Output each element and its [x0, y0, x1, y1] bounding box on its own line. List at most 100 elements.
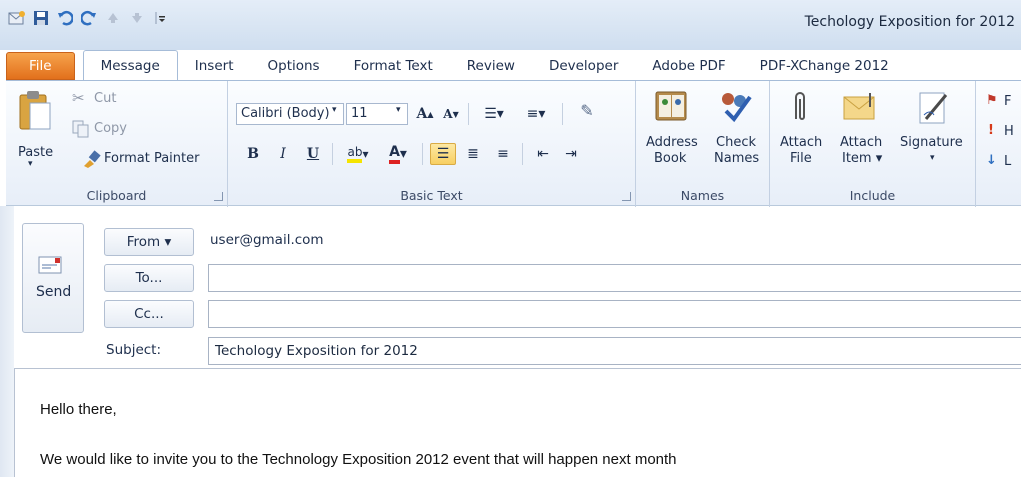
tab-format-text[interactable]: Format Text [337, 52, 450, 80]
attach-item-button[interactable]: Attach Item ▾ [836, 87, 890, 185]
italic-button[interactable]: I [272, 143, 294, 165]
message-body[interactable]: Hello there, We would like to invite you… [14, 368, 1021, 477]
chevron-down-icon[interactable]: ▾ [332, 105, 337, 115]
address-book-icon [655, 91, 687, 121]
follow-up-button[interactable]: ⚑ F [986, 93, 1020, 113]
subject-field[interactable]: Techology Exposition for 2012 [208, 337, 1021, 365]
tab-insert[interactable]: Insert [178, 52, 251, 80]
basic-text-launcher-icon[interactable] [622, 192, 631, 201]
underline-button[interactable]: U [302, 143, 324, 165]
exclamation-icon: ! [988, 123, 994, 138]
signature-label: Signature [900, 135, 963, 150]
tab-review[interactable]: Review [450, 52, 532, 80]
undo-icon[interactable] [56, 9, 74, 27]
attach-file-label-2: File [790, 151, 812, 166]
names-group-label: Names [680, 188, 725, 203]
customize-icon[interactable] [152, 9, 170, 27]
redo-icon[interactable] [80, 9, 98, 27]
to-field[interactable] [208, 264, 1021, 292]
numbering-icon[interactable]: ≡▾ [518, 103, 554, 125]
signature-button[interactable]: Signature ▾ [896, 87, 972, 185]
paste-label: Paste [18, 145, 54, 160]
flag-icon: ⚑ [986, 93, 998, 108]
attach-item-label-1: Attach [840, 135, 883, 150]
tab-developer[interactable]: Developer [532, 52, 635, 80]
font-name-combo[interactable]: Calibri (Body) [236, 103, 344, 125]
tab-file[interactable]: File [6, 52, 75, 80]
highlight-icon[interactable]: ab ▾ [340, 143, 376, 165]
tab-message[interactable]: Message [82, 50, 178, 80]
chevron-down-icon: ▾ [930, 153, 935, 163]
quick-access-toolbar [8, 9, 170, 27]
check-names-icon [722, 93, 752, 123]
cc-field[interactable] [208, 300, 1021, 328]
send-button[interactable]: Send [22, 223, 84, 333]
up-arrow-icon[interactable] [104, 9, 122, 27]
to-button[interactable]: To... [104, 264, 194, 292]
window-title: Techology Exposition for 2012 [804, 14, 1015, 30]
chevron-down-icon: ▾ [28, 159, 33, 169]
check-names-button[interactable]: Check Names [706, 87, 766, 185]
tab-adobe-pdf[interactable]: Adobe PDF [635, 52, 742, 80]
attach-file-button[interactable]: Attach File [776, 87, 826, 185]
basic-text-group-label: Basic Text [400, 188, 463, 203]
font-color-icon[interactable]: A ▾ [380, 143, 416, 165]
left-strip [0, 206, 14, 477]
tab-options[interactable]: Options [251, 52, 337, 80]
address-book-button[interactable]: Address Book [640, 87, 700, 185]
high-importance-button[interactable]: ! H [986, 123, 1020, 143]
attach-item-label-2: Item ▾ [842, 151, 883, 166]
save-icon[interactable] [32, 9, 50, 27]
styles-icon[interactable]: ✎ [574, 99, 600, 121]
separator [468, 103, 469, 125]
low-importance-button[interactable]: ↓ L [986, 153, 1020, 173]
bold-button[interactable]: B [242, 143, 264, 165]
copy-label: Copy [94, 121, 127, 136]
signature-icon [919, 92, 948, 124]
outlook-icon[interactable] [8, 9, 26, 27]
cut-button[interactable]: ✂ Cut [72, 89, 192, 111]
tags-item-2: H [1004, 124, 1014, 139]
attach-file-label-1: Attach [780, 135, 823, 150]
increase-indent-icon[interactable]: ⇥ [558, 143, 584, 165]
send-icon [38, 256, 62, 274]
paperclip-icon [795, 92, 805, 120]
copy-button[interactable]: Copy [72, 119, 192, 141]
down-arrow-icon[interactable] [128, 9, 146, 27]
separator [562, 103, 563, 125]
font-name-value: Calibri (Body) [241, 106, 330, 121]
font-size-value: 11 [351, 106, 368, 121]
down-arrow-icon: ↓ [986, 153, 997, 168]
format-painter-label: Format Painter [104, 151, 200, 166]
bullets-icon[interactable]: ☰▾ [476, 103, 512, 125]
include-group: Attach File Attach Item ▾ Signature ▾ In… [770, 81, 976, 207]
align-left-icon[interactable]: ☰ [430, 143, 456, 165]
check-names-label-1: Check [716, 135, 756, 150]
paste-icon [19, 91, 51, 130]
format-painter-button[interactable]: Format Painter [82, 149, 226, 171]
from-button[interactable]: From ▾ [104, 228, 194, 256]
cut-label: Cut [94, 91, 117, 106]
align-right-icon[interactable]: ≡ [490, 143, 516, 165]
tags-item-1: F [1004, 94, 1012, 109]
shrink-font-icon[interactable]: A ▼ [440, 103, 462, 125]
separator [522, 143, 523, 165]
cc-button[interactable]: Cc... [104, 300, 194, 328]
chevron-down-icon[interactable]: ▾ [396, 105, 401, 115]
clipboard-group-label: Clipboard [86, 188, 147, 203]
body-line-1: Hello there, [40, 401, 117, 418]
align-center-icon[interactable]: ≣ [460, 143, 486, 165]
decrease-indent-icon[interactable]: ⇤ [530, 143, 556, 165]
message-header-form: Send From ▾ user@gmail.com To... Cc... S… [14, 206, 1021, 366]
tab-pdf-xchange[interactable]: PDF-XChange 2012 [743, 52, 906, 80]
title-bar: Techology Exposition for 2012 [0, 0, 1021, 50]
clipboard-launcher-icon[interactable] [214, 192, 223, 201]
copy-icon [72, 120, 89, 138]
envelope-icon [843, 93, 875, 120]
from-value[interactable]: user@gmail.com [210, 232, 324, 248]
scissors-icon: ✂ [72, 89, 85, 107]
check-names-label-2: Names [714, 151, 760, 166]
separator [332, 143, 333, 165]
paste-button[interactable]: Paste ▾ [14, 87, 58, 169]
grow-font-icon[interactable]: A ▲ [414, 103, 436, 125]
